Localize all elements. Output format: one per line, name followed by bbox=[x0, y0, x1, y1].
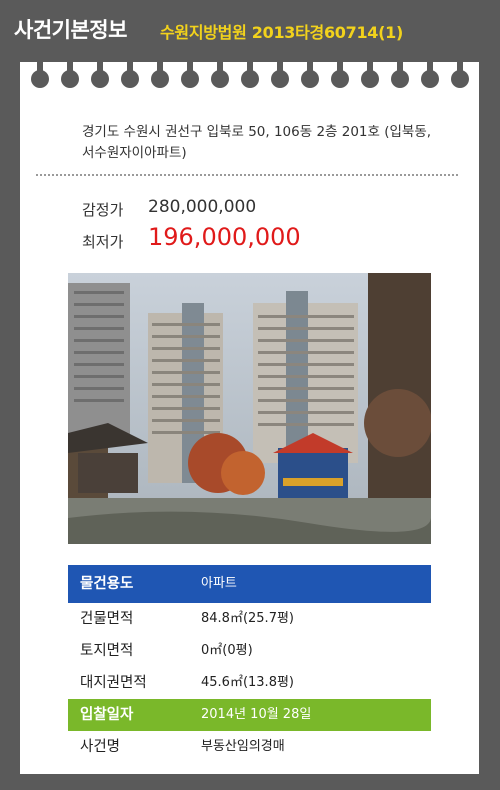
binder-ring bbox=[451, 62, 469, 88]
detail-row-bid-date: 입찰일자 2014년 10월 28일 bbox=[68, 699, 431, 731]
detail-label: 사건명 bbox=[80, 739, 121, 755]
detail-value: 84.8㎡(25.7평) bbox=[201, 611, 294, 626]
info-card: 경기도 수원시 권선구 입북로 50, 106동 2층 201호 (입북동,서수… bbox=[20, 62, 479, 774]
detail-label: 입찰일자 bbox=[80, 707, 134, 723]
binder-ring bbox=[391, 62, 409, 88]
detail-label: 물건용도 bbox=[80, 576, 134, 592]
binder-ring bbox=[61, 62, 79, 88]
detail-value: 0㎡(0평) bbox=[201, 643, 253, 658]
appraisal-label: 감정가 bbox=[82, 201, 124, 219]
detail-value: 45.6㎡(13.8평) bbox=[201, 675, 294, 690]
property-photo bbox=[68, 273, 431, 544]
dotted-divider bbox=[36, 174, 458, 176]
binder-ring bbox=[211, 62, 229, 88]
min-price-label: 최저가 bbox=[82, 233, 124, 251]
binder-rings bbox=[20, 62, 479, 92]
property-details-table: 물건용도 아파트 건물면적 84.8㎡(25.7평) 토지면적 0㎡(0평) 대… bbox=[68, 565, 431, 763]
binder-ring bbox=[121, 62, 139, 88]
binder-ring bbox=[331, 62, 349, 88]
header-bar: 사건기본정보 수원지방법원 2013타경60714(1) bbox=[0, 0, 500, 62]
case-number: 수원지방법원 2013타경60714(1) bbox=[160, 23, 403, 42]
binder-ring bbox=[421, 62, 439, 88]
detail-value: 아파트 bbox=[201, 576, 237, 591]
property-address: 경기도 수원시 권선구 입북로 50, 106동 2층 201호 (입북동,서수… bbox=[82, 124, 432, 161]
binder-ring bbox=[301, 62, 319, 88]
page-title: 사건기본정보 bbox=[14, 18, 127, 42]
detail-label: 건물면적 bbox=[80, 611, 134, 627]
binder-ring bbox=[91, 62, 109, 88]
detail-row-land-area: 토지면적 0㎡(0평) bbox=[68, 635, 431, 667]
detail-label: 토지면적 bbox=[80, 643, 134, 659]
detail-row-building-area: 건물면적 84.8㎡(25.7평) bbox=[68, 603, 431, 635]
appraisal-value: 280,000,000 bbox=[148, 197, 257, 217]
binder-ring bbox=[31, 62, 49, 88]
detail-row-usage: 물건용도 아파트 bbox=[68, 565, 431, 603]
detail-row-case-name: 사건명 부동산임의경매 bbox=[68, 731, 431, 763]
binder-ring bbox=[151, 62, 169, 88]
detail-label: 대지권면적 bbox=[80, 675, 147, 691]
min-price-value: 196,000,000 bbox=[148, 223, 301, 251]
binder-ring bbox=[181, 62, 199, 88]
detail-value: 부동산임의경매 bbox=[201, 739, 285, 754]
detail-value: 2014년 10월 28일 bbox=[201, 707, 312, 722]
binder-ring bbox=[241, 62, 259, 88]
binder-ring bbox=[271, 62, 289, 88]
detail-row-site-right-area: 대지권면적 45.6㎡(13.8평) bbox=[68, 667, 431, 699]
binder-ring bbox=[361, 62, 379, 88]
